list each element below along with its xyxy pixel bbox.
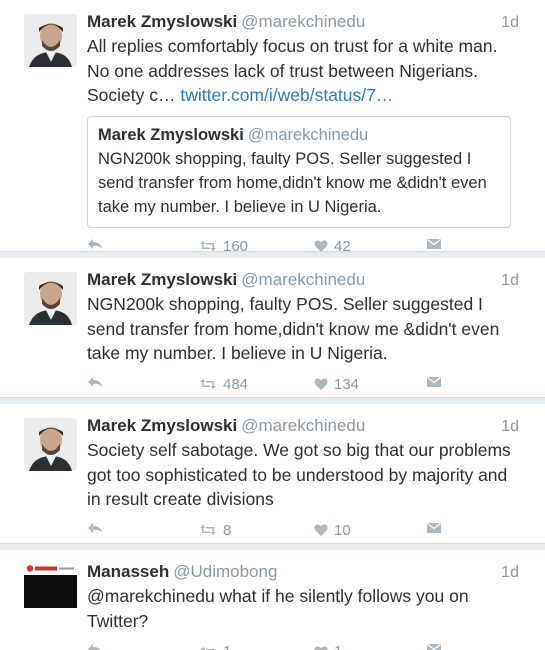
like-count: 134 (334, 375, 360, 393)
reply-button[interactable] (87, 643, 103, 650)
tweet-text: Society self sabotage. We got so big tha… (87, 440, 511, 509)
tweet-header: Marek Zmyslowski @marekchinedu (87, 414, 533, 438)
tweet-feed: 1d Marek Zmyslowski @marekchinedu All rep… (0, 0, 545, 650)
retweet-count: 8 (223, 521, 232, 539)
reply-icon (88, 238, 102, 249)
retweet-count: 484 (223, 375, 249, 393)
like-button[interactable]: 134 (314, 376, 359, 393)
tweet-text: NGN200k shopping, faulty POS. Seller sug… (87, 294, 500, 363)
tweet-item[interactable]: 1d Marek Zmyslowski @marekchinedu All rep… (0, 0, 545, 255)
like-count: 10 (334, 521, 351, 539)
tweet-actions: 484 134 (87, 374, 533, 400)
like-count: 1 (334, 643, 342, 650)
logo-icon (26, 565, 74, 572)
direct-message-icon (427, 376, 441, 387)
tweet-time[interactable]: 1d (501, 272, 519, 290)
heart-icon (314, 524, 328, 536)
direct-message-icon (427, 522, 441, 533)
avatar[interactable] (24, 418, 77, 471)
like-count: 42 (334, 237, 351, 255)
reply-icon (88, 522, 102, 533)
reply-button[interactable] (87, 238, 103, 250)
retweet-count: 160 (223, 237, 249, 255)
direct-message-button[interactable] (427, 376, 441, 388)
avatar[interactable] (24, 272, 77, 325)
avatar-photo-icon (24, 418, 77, 471)
tweet-text: @marekchinedu what if he silently follow… (87, 586, 469, 631)
retweet-button[interactable]: 1 (199, 643, 231, 650)
retweet-button[interactable]: 8 (199, 522, 231, 539)
tweet-text: All replies comfortably focus on trust f… (87, 34, 533, 108)
retweet-icon (200, 646, 214, 650)
tweet-actions: 8 10 (87, 520, 533, 546)
like-button[interactable]: 42 (314, 238, 351, 255)
retweet-icon (200, 525, 216, 535)
user-handle[interactable]: @Udimobong (173, 562, 277, 581)
quoted-tweet-header: Marek Zmyslowski @marekchinedu (98, 123, 500, 147)
reply-icon (88, 376, 102, 387)
user-name[interactable]: Marek Zmyslowski (87, 12, 237, 31)
tweet-actions: 1 1 (87, 641, 533, 650)
quoted-tweet-text: NGN200k shopping, faulty POS. Seller sug… (98, 149, 487, 216)
like-button[interactable]: 1 (314, 643, 342, 650)
tweet-header: Manasseh @Udimobong (87, 560, 533, 584)
heart-icon (314, 378, 328, 390)
user-handle[interactable]: @marekchinedu (241, 416, 365, 435)
like-button[interactable]: 10 (314, 522, 351, 539)
reply-button[interactable] (87, 376, 103, 388)
tweet-time[interactable]: 1d (501, 564, 519, 582)
retweet-button[interactable]: 160 (199, 238, 248, 255)
tweet-item[interactable]: 1d Manasseh @Udimobong @marekchinedu what… (0, 550, 545, 650)
avatar-dark-block (24, 575, 77, 608)
direct-message-button[interactable] (427, 238, 441, 250)
avatar[interactable] (24, 564, 77, 608)
tweet-time[interactable]: 1d (501, 418, 519, 436)
avatar[interactable] (24, 14, 77, 67)
user-handle[interactable]: @marekchinedu (241, 270, 365, 289)
direct-message-icon (427, 644, 441, 650)
avatar-photo-icon (24, 14, 77, 67)
reply-button[interactable] (87, 522, 103, 534)
reply-icon (88, 644, 101, 650)
direct-message-button[interactable] (427, 643, 441, 650)
tweet-header: Marek Zmyslowski @marekchinedu (87, 268, 533, 292)
user-name[interactable]: Manasseh (87, 562, 169, 581)
tweet-header: Marek Zmyslowski @marekchinedu (87, 10, 533, 34)
quoted-user-name: Marek Zmyslowski (98, 125, 244, 144)
user-handle[interactable]: @marekchinedu (241, 12, 365, 31)
retweet-icon (200, 379, 216, 389)
tweet-item[interactable]: 1d Marek Zmyslowski @marekchinedu NGN200k… (0, 258, 545, 398)
retweet-icon (200, 241, 216, 251)
user-name[interactable]: Marek Zmyslowski (87, 416, 237, 435)
avatar-logo-strip (24, 564, 77, 575)
tweet-time[interactable]: 1d (501, 14, 519, 32)
retweet-button[interactable]: 484 (199, 376, 248, 393)
user-name[interactable]: Marek Zmyslowski (87, 270, 237, 289)
avatar-photo-icon (24, 272, 77, 325)
quoted-user-handle: @marekchinedu (247, 125, 369, 144)
direct-message-button[interactable] (427, 522, 441, 534)
tweet-link[interactable]: twitter.com/i/web/status/7… (180, 85, 393, 105)
retweet-count: 1 (223, 643, 231, 650)
heart-icon (314, 645, 328, 650)
quoted-tweet[interactable]: Marek Zmyslowski @marekchinedu NGN200k sh… (87, 115, 511, 228)
tweet-item[interactable]: 1d Marek Zmyslowski @marekchinedu Society… (0, 404, 545, 544)
direct-message-icon (427, 238, 441, 249)
heart-icon (314, 240, 328, 252)
